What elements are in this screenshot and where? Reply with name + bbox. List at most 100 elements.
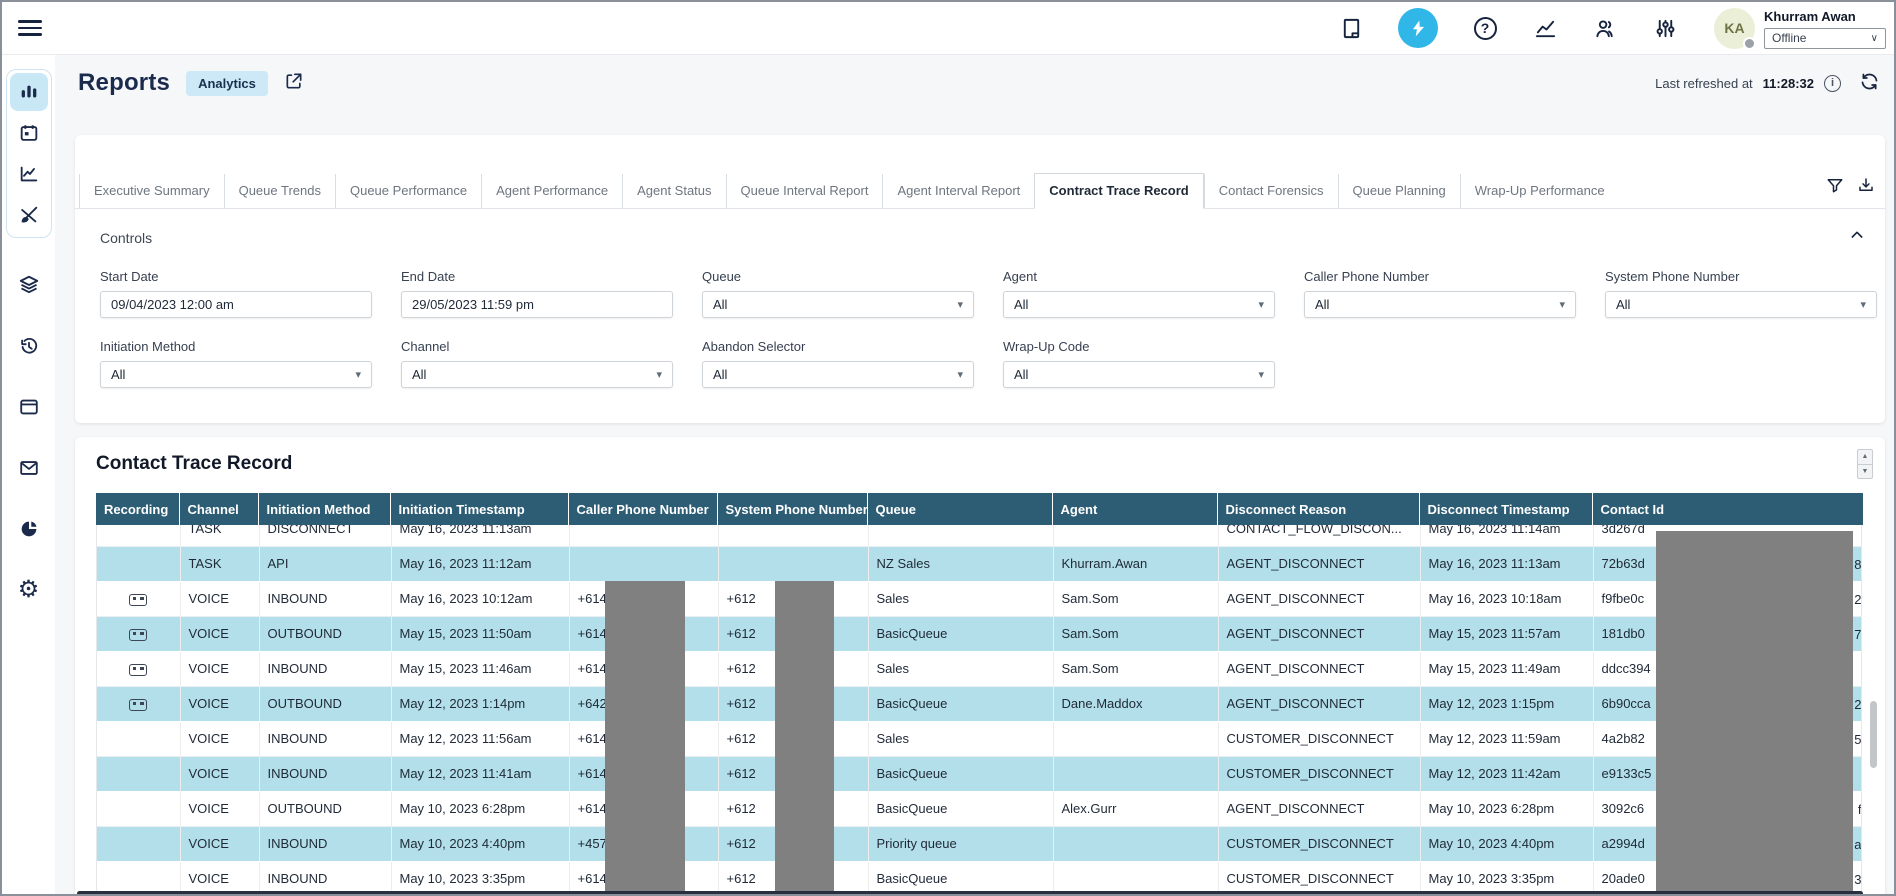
column-header-agent[interactable]: Agent: [1052, 493, 1217, 525]
contact-id-prefix: 6b90cca: [1602, 696, 1651, 711]
queue-cell: BasicQueue: [868, 756, 1053, 791]
sidebar-item-trends[interactable]: [10, 155, 48, 193]
info-icon[interactable]: i: [1824, 75, 1841, 92]
recording-cell: [97, 651, 180, 686]
select-initiation-method[interactable]: All▾: [100, 361, 372, 388]
sidebar-item-history[interactable]: [10, 327, 48, 365]
select-caller-phone-number[interactable]: All▾: [1304, 291, 1576, 318]
column-header-initiation-method[interactable]: Initiation Method: [258, 493, 390, 525]
gear-icon: ⚙: [18, 578, 40, 602]
date-input-start-date[interactable]: 09/04/2023 12:00 am: [100, 291, 372, 318]
select-abandon-selector[interactable]: All▾: [702, 361, 974, 388]
initiation-method-cell: INBOUND: [259, 721, 391, 756]
table-row[interactable]: VOICEINBOUNDMay 10, 2023 4:40pm+457+612P…: [97, 826, 1862, 861]
external-link-icon[interactable]: [284, 71, 304, 96]
horizontal-scrollbar[interactable]: [77, 891, 1863, 896]
table-row[interactable]: VOICEINBOUNDMay 12, 2023 11:56am+614+612…: [97, 721, 1862, 756]
select-agent[interactable]: All▾: [1003, 291, 1275, 318]
tab-agent-performance[interactable]: Agent Performance: [481, 174, 622, 208]
filter-value: All: [412, 367, 426, 382]
realtime-bolt-icon[interactable]: [1398, 8, 1438, 48]
column-header-disconnect-timestamp[interactable]: Disconnect Timestamp: [1419, 493, 1592, 525]
table-row[interactable]: VOICEOUTBOUNDMay 12, 2023 1:14pm+642+612…: [97, 686, 1862, 721]
select-queue[interactable]: All ▾: [702, 291, 974, 318]
sidebar-item-mail[interactable]: [10, 449, 48, 487]
tab-agent-status[interactable]: Agent Status: [622, 174, 725, 208]
column-header-channel[interactable]: Channel: [179, 493, 258, 525]
table-row[interactable]: TASKAPIMay 16, 2023 11:12amNZ SalesKhurr…: [97, 546, 1862, 581]
filter-value: All: [713, 297, 727, 312]
sidebar-item-settings[interactable]: ⚙: [10, 571, 48, 609]
column-header-caller-phone-number[interactable]: Caller Phone Number: [568, 493, 717, 525]
help-icon[interactable]: ?: [1472, 15, 1498, 41]
dropdown-caret-icon: ▾: [656, 368, 662, 381]
date-input-end-date[interactable]: 29/05/2023 11:59 pm: [401, 291, 673, 318]
sidebar-item-reports[interactable]: [10, 73, 48, 111]
table-row[interactable]: VOICEOUTBOUNDMay 10, 2023 6:28pm+614+612…: [97, 791, 1862, 826]
select-wrap-up-code[interactable]: All▾: [1003, 361, 1275, 388]
column-header-disconnect-reason[interactable]: Disconnect Reason: [1217, 493, 1419, 525]
dropdown-caret-icon: ▾: [957, 298, 963, 311]
contacts-icon[interactable]: [1592, 15, 1618, 41]
table-row[interactable]: TASKDISCONNECTMay 16, 2023 11:13amCONTAC…: [97, 525, 1862, 546]
initiation-timestamp-cell: May 15, 2023 11:50am: [391, 616, 569, 651]
agent-cell: [1053, 861, 1218, 891]
history-icon: [18, 335, 40, 357]
tab-queue-trends[interactable]: Queue Trends: [224, 174, 335, 208]
last-refreshed-label: Last refreshed at: [1655, 76, 1753, 91]
sidebar-item-customize[interactable]: [10, 196, 48, 234]
refresh-icon[interactable]: [1859, 71, 1880, 95]
table-body: TASKDISCONNECTMay 16, 2023 11:13amCONTAC…: [97, 525, 1862, 891]
tab-queue-interval-report[interactable]: Queue Interval Report: [726, 174, 883, 208]
recording-cell: [97, 686, 180, 721]
column-header-recording[interactable]: Recording: [96, 493, 179, 525]
tab-executive-summary[interactable]: Executive Summary: [79, 174, 224, 208]
select-system-phone-number[interactable]: All▾: [1605, 291, 1877, 318]
agent-status-select[interactable]: Offline ∨: [1764, 28, 1886, 49]
metrics-icon[interactable]: [1532, 15, 1558, 41]
tab-wrap-up-performance[interactable]: Wrap-Up Performance: [1460, 174, 1619, 208]
column-header-initiation-timestamp[interactable]: Initiation Timestamp: [390, 493, 568, 525]
channel-cell: VOICE: [180, 861, 259, 891]
column-header-contact-id[interactable]: Contact Id: [1592, 493, 1862, 525]
avatar[interactable]: KA: [1714, 8, 1755, 49]
recording-icon[interactable]: [129, 629, 147, 641]
contact-id-suffix: 2: [1854, 687, 1861, 722]
column-header-system-phone-number[interactable]: System Phone Number: [717, 493, 867, 525]
tab-agent-interval-report[interactable]: Agent Interval Report: [882, 174, 1034, 208]
tab-queue-performance[interactable]: Queue Performance: [335, 174, 481, 208]
sidebar-item-queues[interactable]: [10, 266, 48, 304]
recording-icon[interactable]: [129, 699, 147, 711]
spinner-down-icon[interactable]: ▼: [1858, 465, 1872, 479]
collapse-chevron-up-icon[interactable]: [1849, 227, 1865, 248]
hamburger-menu-icon[interactable]: [18, 16, 42, 40]
sidebar-report-group: [6, 69, 52, 238]
tab-queue-planning[interactable]: Queue Planning: [1338, 174, 1460, 208]
sidebar-item-window[interactable]: [10, 388, 48, 426]
filter-funnel-icon[interactable]: [1826, 176, 1844, 194]
disconnect-timestamp-cell: May 10, 2023 6:28pm: [1420, 791, 1593, 826]
notes-icon[interactable]: [1338, 15, 1364, 41]
filter-label: Abandon Selector: [702, 339, 974, 354]
table-row[interactable]: VOICEINBOUNDMay 12, 2023 11:41am+614+612…: [97, 756, 1862, 791]
export-download-icon[interactable]: [1857, 176, 1875, 194]
table-row[interactable]: VOICEOUTBOUNDMay 15, 2023 11:50am+614+61…: [97, 616, 1862, 651]
vertical-scrollbar-thumb[interactable]: [1870, 701, 1877, 768]
select-channel[interactable]: All ▾: [401, 361, 673, 388]
sidebar-item-wallboard[interactable]: [10, 510, 48, 548]
initiation-method-cell: INBOUND: [259, 861, 391, 891]
sliders-icon[interactable]: [1652, 15, 1678, 41]
initiation-timestamp-cell: May 15, 2023 11:46am: [391, 651, 569, 686]
recording-icon[interactable]: [129, 664, 147, 676]
table-row[interactable]: VOICEINBOUNDMay 10, 2023 3:35pm+614+612B…: [97, 861, 1862, 891]
caller-phone-cell: [569, 546, 718, 581]
column-header-queue[interactable]: Queue: [867, 493, 1052, 525]
sidebar-item-schedule[interactable]: [10, 114, 48, 152]
table-row[interactable]: VOICEINBOUNDMay 15, 2023 11:46am+614+612…: [97, 651, 1862, 686]
tab-contract-trace-record[interactable]: Contract Trace Record: [1034, 173, 1203, 209]
queue-cell: Sales: [868, 721, 1053, 756]
tab-contact-forensics[interactable]: Contact Forensics: [1204, 174, 1338, 208]
spinner-up-icon[interactable]: ▲: [1858, 450, 1872, 465]
table-row[interactable]: VOICEINBOUNDMay 16, 2023 10:12am+614+612…: [97, 581, 1862, 616]
recording-icon[interactable]: [129, 594, 147, 606]
